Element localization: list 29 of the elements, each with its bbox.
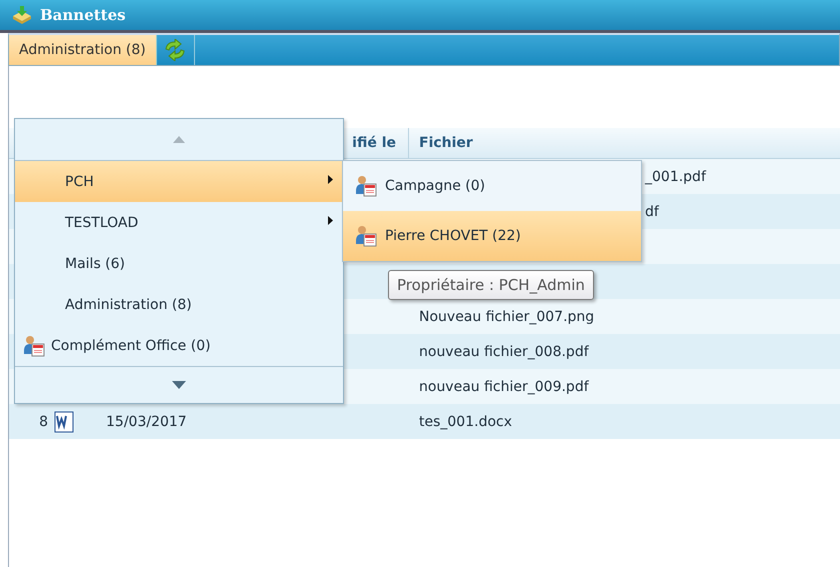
submenu-item[interactable]: Pierre CHOVET (22) — [343, 211, 641, 261]
file-name-cell: nouveau fichier_009.pdf — [419, 378, 589, 394]
file-name-cell: _001.pdf — [645, 168, 706, 184]
date-cell: 15/03/2017 — [106, 414, 187, 430]
word-file-icon — [54, 410, 74, 432]
file-name-cell: nouveau fichier_008.pdf — [419, 344, 589, 360]
window-title: Bannettes — [40, 6, 126, 24]
file-name-cell: tes_001.docx — [419, 414, 512, 430]
menu-item[interactable]: Mails (6) — [15, 243, 343, 284]
scroll-up-arrow-icon[interactable] — [173, 136, 185, 143]
folder-dropdown[interactable]: Administration (8) — [9, 35, 157, 65]
tooltip: Propriétaire : PCH_Admin — [388, 270, 594, 300]
menu-item[interactable]: Complément Office (0) — [15, 325, 343, 366]
column-header[interactable]: Fichier — [409, 128, 473, 158]
menu-item[interactable]: PCH — [15, 161, 343, 202]
file-name-cell: df — [645, 204, 659, 220]
submenu-item[interactable]: Campagne (0) — [343, 161, 641, 211]
row-number: 8 — [39, 414, 48, 430]
menu-item[interactable]: TESTLOAD — [15, 202, 343, 243]
user-card-icon — [355, 175, 377, 197]
user-card-icon — [355, 225, 377, 247]
submenu-arrow-icon — [328, 216, 333, 225]
file-name-cell: Nouveau fichier_007.png — [419, 308, 594, 324]
menu-item[interactable]: Administration (8) — [15, 284, 343, 325]
scroll-down-arrow-icon[interactable] — [172, 381, 186, 389]
refresh-icon — [163, 39, 188, 61]
inbox-tray-icon — [12, 6, 32, 24]
submenu-arrow-icon — [328, 175, 333, 184]
user-card-icon — [23, 334, 45, 356]
